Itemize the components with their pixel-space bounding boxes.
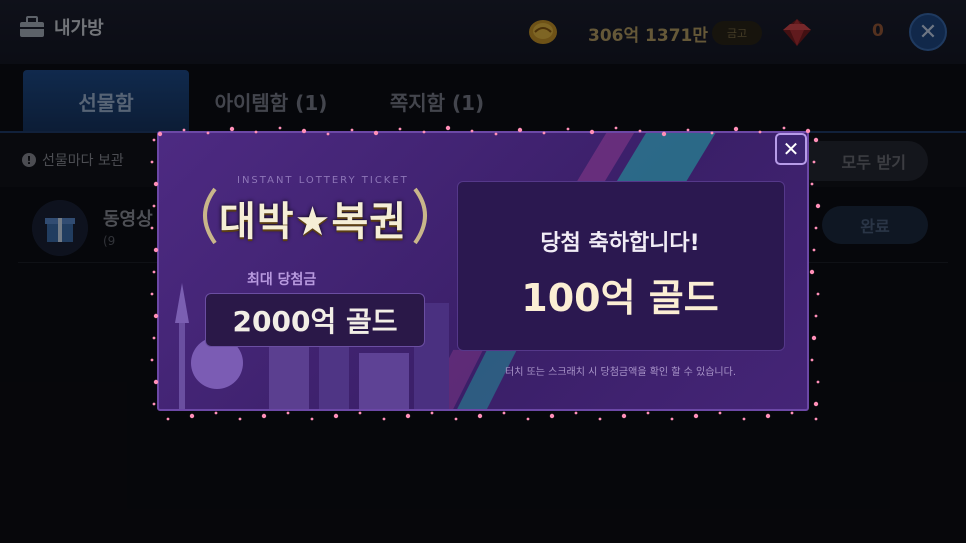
close-icon: ✕ [782,137,800,161]
scratch-area[interactable] [457,181,785,351]
popup-close-button[interactable]: ✕ [775,133,807,165]
win-amount: 100억 골드 [521,276,719,320]
max-prize-label: 최대 당첨금 [247,272,317,288]
scratch-hint: 터치 또는 스크래치 시 당첨금액을 확인 할 수 있습니다. [505,367,737,378]
lottery-logo: 대박★복권 [219,199,408,245]
max-prize-box: 2000억 골드 [205,293,425,347]
lottery-popup: INSTANT LOTTERY TICKET 대박★복권 최대 당첨금 2000… [157,131,809,411]
congrats-text: 당첨 축하합니다! [540,231,700,256]
max-prize-value: 2000억 골드 [232,305,398,338]
